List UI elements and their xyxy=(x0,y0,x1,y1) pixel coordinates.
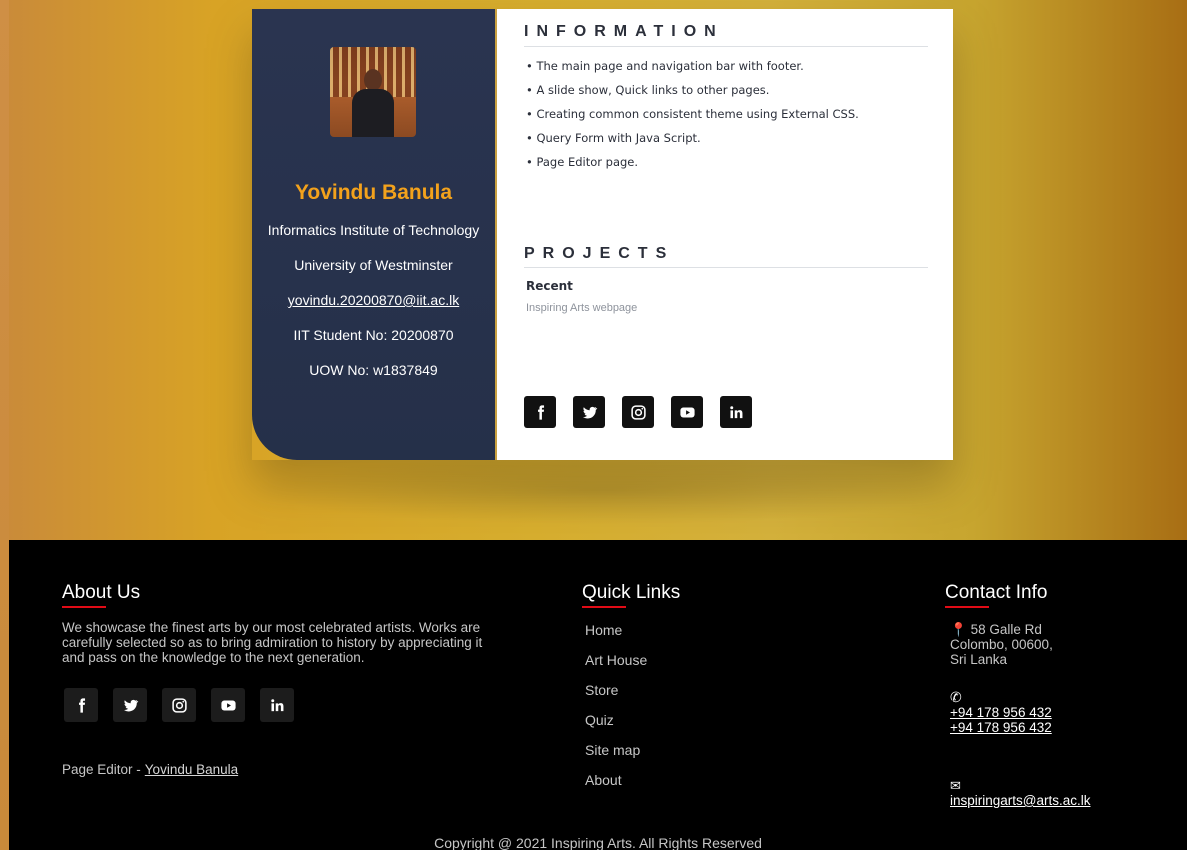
phone-link[interactable]: +94 178 956 432 xyxy=(950,705,1052,720)
page-editor-label: Page Editor - xyxy=(62,762,141,777)
profile-panel: Yovindu Banula Informatics Institute of … xyxy=(252,9,497,460)
quick-link-site-map[interactable]: Site map xyxy=(585,740,647,770)
facebook-icon[interactable] xyxy=(64,688,98,722)
envelope-icon: ✉ xyxy=(950,778,961,793)
information-list: The main page and navigation bar with fo… xyxy=(526,57,859,177)
contact-phones: ✆ +94 178 956 432 +94 178 956 432 xyxy=(950,689,1052,736)
contact-email: ✉ inspiringarts@arts.ac.lk xyxy=(950,778,1091,808)
information-item: Query Form with Java Script. xyxy=(526,129,859,153)
about-underline xyxy=(62,606,106,608)
card-social-links xyxy=(524,396,752,428)
contact-address: 📍 58 Galle Rd Colombo, 00600, Sri Lanka xyxy=(950,622,1053,667)
quick-links-heading: Quick Links xyxy=(582,582,681,603)
facebook-icon[interactable] xyxy=(524,396,556,428)
page-editor-link[interactable]: Yovindu Banula xyxy=(145,762,238,777)
linkedin-icon[interactable] xyxy=(260,688,294,722)
projects-heading: PROJECTS xyxy=(524,245,675,262)
quick-link-store[interactable]: Store xyxy=(585,680,647,710)
quick-links-list: Home Art House Store Quiz Site map About xyxy=(585,620,647,800)
youtube-icon[interactable] xyxy=(671,396,703,428)
projects-divider xyxy=(524,267,928,268)
phone-icon: ✆ xyxy=(950,689,962,705)
about-text: We showcase the finest arts by our most … xyxy=(62,620,483,665)
information-item: Creating common consistent theme using E… xyxy=(526,105,858,129)
instagram-icon[interactable] xyxy=(162,688,196,722)
profile-email-link[interactable]: yovindu.20200870@iit.ac.lk xyxy=(252,292,495,308)
twitter-icon[interactable] xyxy=(573,396,605,428)
details-panel: INFORMATION The main page and navigation… xyxy=(497,9,953,460)
page-editor-credit: Page Editor - Yovindu Banula xyxy=(62,762,238,777)
profile-name: Yovindu Banula xyxy=(294,181,453,204)
about-heading: About Us xyxy=(62,582,141,603)
email-link[interactable]: inspiringarts@arts.ac.lk xyxy=(950,793,1091,808)
quick-link-art-house[interactable]: Art House xyxy=(585,650,647,680)
site-footer: About Us We showcase the finest arts by … xyxy=(9,540,1187,850)
copyright: Copyright @ 2021 Inspiring Arts. All Rig… xyxy=(434,835,762,850)
twitter-icon[interactable] xyxy=(113,688,147,722)
card-shadow xyxy=(250,455,950,525)
profile-photo xyxy=(330,47,416,137)
address-line: Sri Lanka xyxy=(950,652,1008,667)
quick-link-quiz[interactable]: Quiz xyxy=(585,710,647,740)
page-edge xyxy=(0,0,9,850)
information-heading: INFORMATION xyxy=(524,23,724,40)
linkedin-icon[interactable] xyxy=(720,396,752,428)
quick-link-about[interactable]: About xyxy=(585,770,647,800)
youtube-icon[interactable] xyxy=(211,688,245,722)
phone-link[interactable]: +94 178 956 432 xyxy=(950,720,1052,735)
projects-recent-item: Inspiring Arts webpage xyxy=(526,302,638,314)
address-line: Colombo, 00600, xyxy=(950,637,1053,652)
footer-social-links xyxy=(64,688,294,722)
quick-links-underline xyxy=(582,606,626,608)
information-item: The main page and navigation bar with fo… xyxy=(526,57,859,81)
quick-link-home[interactable]: Home xyxy=(585,620,647,650)
profile-university: University of Westminster xyxy=(294,257,453,273)
address-line: 58 Galle Rd xyxy=(970,622,1042,637)
contact-underline xyxy=(945,606,989,608)
information-divider xyxy=(524,46,928,47)
map-marker-icon: 📍 xyxy=(950,622,967,637)
information-item: A slide show, Quick links to other pages… xyxy=(526,81,859,105)
profile-card: Yovindu Banula Informatics Institute of … xyxy=(252,9,953,460)
information-item: Page Editor page. xyxy=(526,153,859,177)
profile-iit-number: IIT Student No: 20200870 xyxy=(293,327,454,343)
profile-uow-number: UOW No: w1837849 xyxy=(309,362,438,378)
contact-heading: Contact Info xyxy=(945,582,1048,603)
profile-institute: Informatics Institute of Technology xyxy=(267,222,480,238)
instagram-icon[interactable] xyxy=(622,396,654,428)
projects-recent-label: Recent xyxy=(526,279,573,293)
